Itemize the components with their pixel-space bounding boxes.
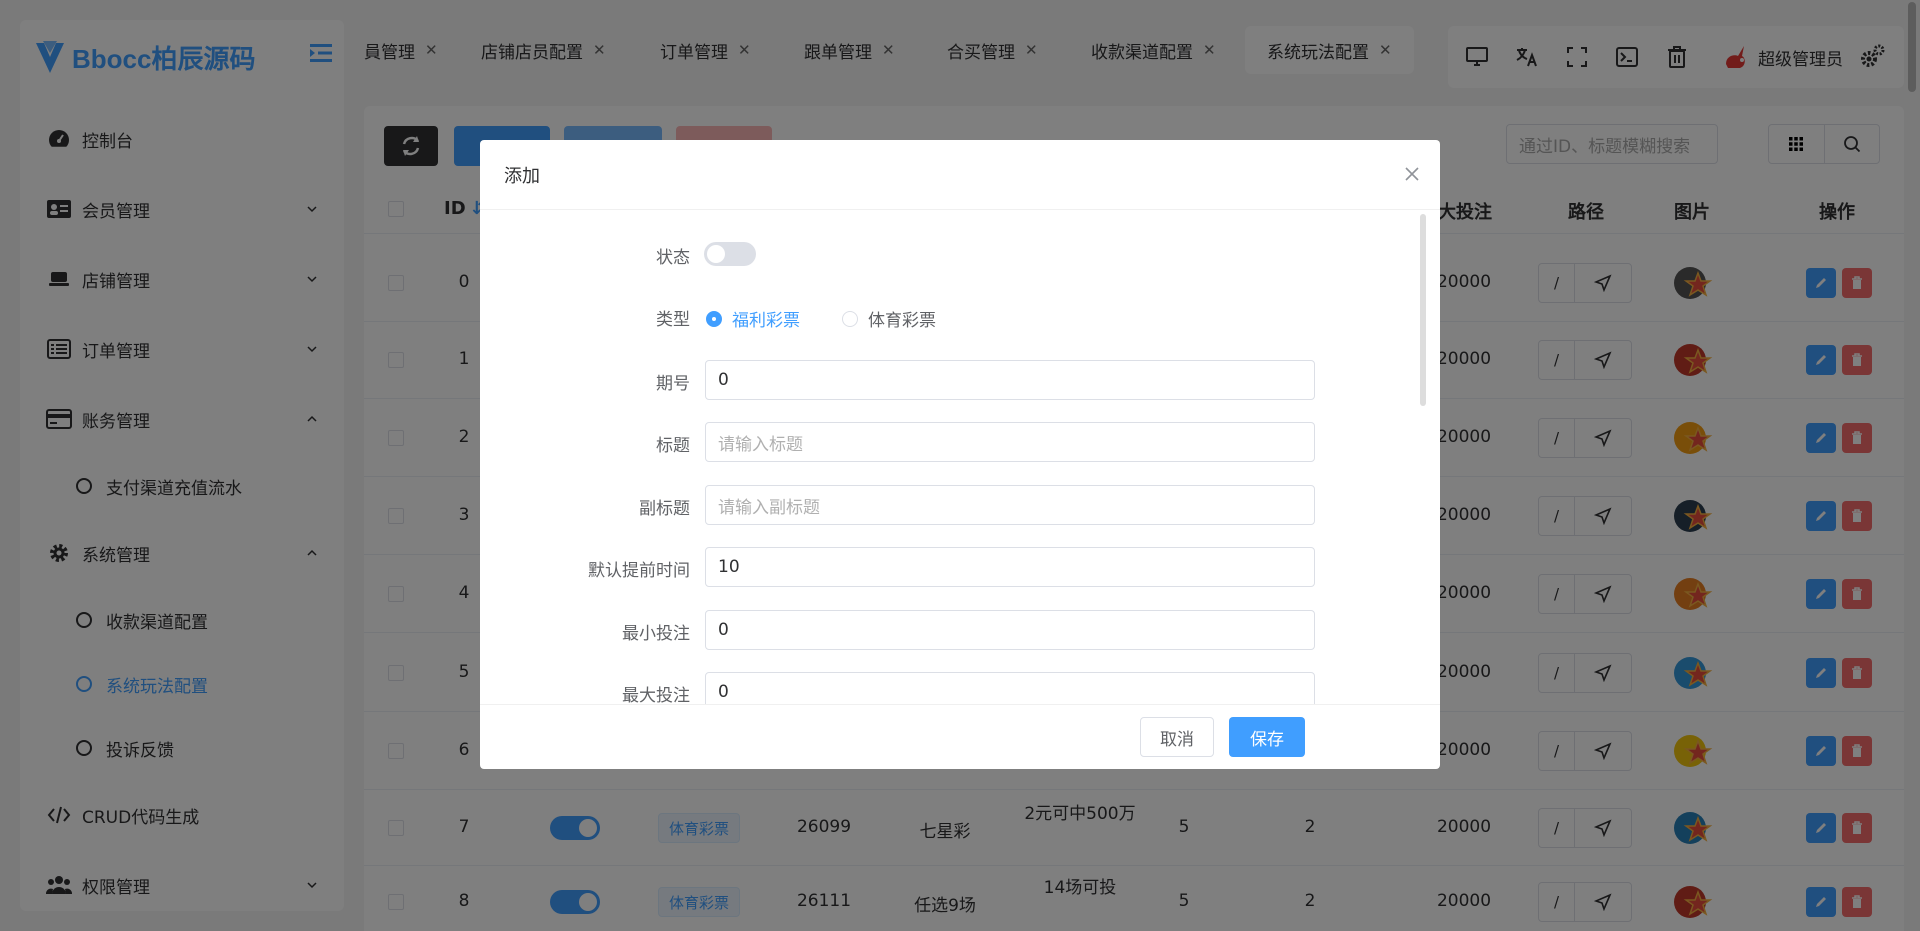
subtitle-label: 副标题 bbox=[639, 499, 690, 519]
close-icon[interactable] bbox=[1404, 166, 1420, 182]
title-input[interactable]: 请输入标题 bbox=[705, 422, 1315, 462]
add-dialog: 添加 状态 类型 福利彩票 体育彩票 期号 0 标题 请输入标题 副标题 请输入… bbox=[480, 140, 1440, 769]
form-row-subtitle: 副标题 请输入副标题 bbox=[480, 485, 1440, 525]
radio-sports-lottery[interactable]: 体育彩票 bbox=[842, 306, 936, 331]
form-row-status: 状态 bbox=[480, 234, 1440, 274]
max-bet-input[interactable]: 0 bbox=[705, 672, 1315, 704]
radio-label: 福利彩票 bbox=[732, 311, 800, 331]
form-row-max-bet: 最大投注 0 bbox=[480, 672, 1440, 704]
subtitle-input[interactable]: 请输入副标题 bbox=[705, 485, 1315, 525]
radio-welfare-lottery[interactable]: 福利彩票 bbox=[706, 306, 800, 331]
radio-unchecked-icon bbox=[842, 310, 858, 327]
max-bet-label: 最大投注 bbox=[622, 686, 690, 704]
advance-time-label: 默认提前时间 bbox=[588, 561, 690, 581]
form-row-issue: 期号 0 bbox=[480, 360, 1440, 400]
status-switch[interactable] bbox=[704, 242, 756, 266]
radio-label: 体育彩票 bbox=[868, 311, 936, 331]
dialog-body: 状态 类型 福利彩票 体育彩票 期号 0 标题 请输入标题 副标题 请输入副标题… bbox=[480, 210, 1440, 704]
min-bet-input[interactable]: 0 bbox=[705, 610, 1315, 650]
issue-label: 期号 bbox=[656, 374, 690, 394]
min-bet-label: 最小投注 bbox=[622, 624, 690, 644]
dialog-title: 添加 bbox=[504, 165, 540, 187]
cancel-button[interactable]: 取消 bbox=[1140, 717, 1214, 757]
type-label: 类型 bbox=[656, 310, 690, 330]
title-label: 标题 bbox=[656, 436, 690, 456]
dialog-scrollbar[interactable] bbox=[1420, 214, 1426, 406]
advance-time-input[interactable]: 10 bbox=[705, 547, 1315, 587]
status-label: 状态 bbox=[656, 248, 690, 268]
form-row-min-bet: 最小投注 0 bbox=[480, 610, 1440, 650]
form-row-type: 类型 福利彩票 体育彩票 bbox=[480, 296, 1440, 336]
dialog-header: 添加 bbox=[480, 140, 1440, 210]
radio-checked-icon bbox=[706, 310, 722, 327]
issue-input[interactable]: 0 bbox=[705, 360, 1315, 400]
form-row-title: 标题 请输入标题 bbox=[480, 422, 1440, 462]
dialog-footer: 取消 保存 bbox=[480, 704, 1440, 769]
form-row-advance-time: 默认提前时间 10 bbox=[480, 547, 1440, 587]
save-button[interactable]: 保存 bbox=[1229, 717, 1305, 757]
